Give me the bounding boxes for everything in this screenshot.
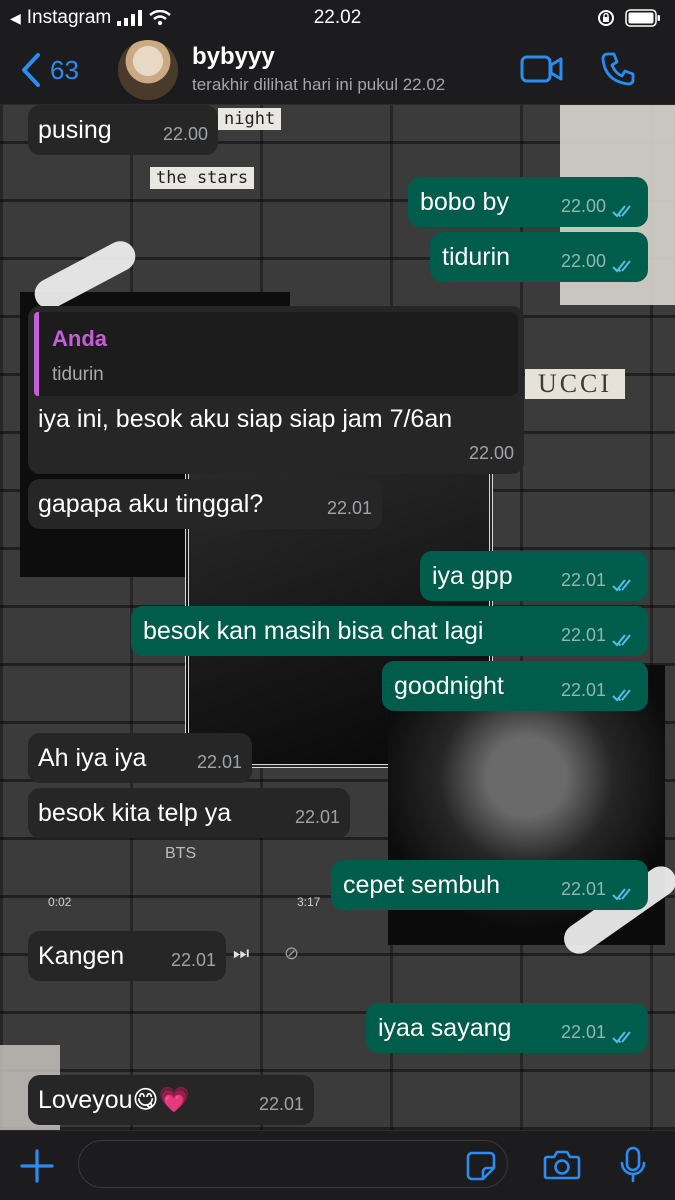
status-right bbox=[597, 9, 661, 27]
message-text: cepet sembuh bbox=[343, 871, 501, 899]
message-text: Loveyou😋💗 bbox=[38, 1086, 190, 1114]
message-bubble-out[interactable]: bobo by 22.00 bbox=[408, 177, 648, 227]
quoted-sender: Anda bbox=[52, 326, 107, 351]
last-seen-status: terakhir dilihat hari ini pukul 22.02 bbox=[192, 75, 446, 94]
read-receipt-icon bbox=[612, 689, 631, 702]
contact-name[interactable]: bybyyy bbox=[192, 43, 275, 71]
message-bubble-in[interactable]: gapapa aku tinggal? 22.01 bbox=[28, 479, 382, 529]
wallpaper-tag: the stars bbox=[150, 167, 255, 189]
message-time: 22.01 bbox=[560, 570, 606, 590]
contact-avatar[interactable] bbox=[118, 40, 178, 100]
message-time: 22.01 bbox=[560, 879, 606, 899]
message-time: 22.01 bbox=[560, 1022, 606, 1042]
back-button[interactable]: 63 bbox=[20, 52, 79, 88]
message-bubble-out[interactable]: iyaa sayang 22.01 bbox=[366, 1003, 648, 1053]
message-time: 22.01 bbox=[258, 1094, 304, 1114]
wallpaper-brand: UCCI bbox=[525, 369, 625, 399]
message-time: 22.01 bbox=[170, 950, 216, 970]
read-receipt-icon bbox=[612, 1031, 631, 1044]
read-receipt-icon bbox=[612, 205, 631, 218]
message-time: 22.01 bbox=[294, 807, 340, 827]
quoted-text: tidurin bbox=[52, 364, 104, 385]
message-bubble-in[interactable]: Ah iya iya 22.01 bbox=[28, 733, 252, 783]
block-icon: ⊘ bbox=[284, 943, 300, 963]
message-text: iya gpp bbox=[432, 562, 513, 590]
next-track-icon: ⏭ bbox=[233, 943, 250, 963]
message-input[interactable] bbox=[78, 1140, 508, 1188]
message-text: iya ini, besok aku siap siap jam 7/6an bbox=[38, 405, 453, 433]
message-bubble-out[interactable]: cepet sembuh 22.01 bbox=[331, 860, 648, 910]
message-time: 22.01 bbox=[196, 752, 242, 772]
battery-icon bbox=[625, 9, 660, 27]
message-text: pusing bbox=[38, 116, 112, 144]
video-call-button[interactable] bbox=[520, 54, 564, 84]
message-bubble-in[interactable]: Anda tidurin iya ini, besok aku siap sia… bbox=[28, 306, 524, 474]
message-text: goodnight bbox=[394, 672, 504, 700]
message-text: Ah iya iya bbox=[38, 744, 147, 772]
message-text: besok kita telp ya bbox=[38, 799, 232, 827]
message-time: 22.00 bbox=[560, 251, 606, 271]
attach-plus-button[interactable] bbox=[18, 1147, 56, 1185]
music-total: 3:17 bbox=[297, 895, 321, 909]
chat-screen: ◀ Instagram 22.02 63 bybyyy terakhir dil… bbox=[0, 0, 675, 1200]
music-elapsed: 0:02 bbox=[48, 895, 72, 909]
read-receipt-icon bbox=[612, 260, 631, 273]
message-time: 22.00 bbox=[468, 443, 514, 463]
quoted-reply[interactable]: Anda tidurin bbox=[34, 312, 518, 396]
message-time: 22.01 bbox=[326, 498, 372, 518]
message-bubble-out[interactable]: besok kan masih bisa chat lagi 22.01 bbox=[131, 606, 648, 656]
message-text: besok kan masih bisa chat lagi bbox=[143, 617, 484, 645]
wallpaper-tag: night bbox=[218, 108, 282, 130]
message-time: 22.00 bbox=[162, 124, 208, 144]
message-text: gapapa aku tinggal? bbox=[38, 490, 264, 518]
message-text: iyaa sayang bbox=[378, 1014, 512, 1042]
message-time: 22.01 bbox=[560, 625, 606, 645]
sticker-button[interactable] bbox=[466, 1151, 496, 1181]
status-time: 22.02 bbox=[313, 7, 362, 28]
chevron-left-icon bbox=[22, 53, 40, 87]
message-composer bbox=[0, 1130, 675, 1200]
message-bubble-out[interactable]: tidurin 22.00 bbox=[430, 232, 648, 282]
message-bubble-in[interactable]: besok kita telp ya 22.01 bbox=[28, 788, 350, 838]
chat-header: 63 bybyyy terakhir dilihat hari ini puku… bbox=[0, 34, 675, 105]
voice-call-button[interactable] bbox=[600, 51, 636, 87]
message-time: 22.00 bbox=[560, 196, 606, 216]
read-receipt-icon bbox=[612, 579, 631, 592]
unread-count: 63 bbox=[50, 54, 79, 85]
message-bubble-in[interactable]: pusing 22.00 bbox=[28, 105, 218, 155]
message-bubble-in[interactable]: Loveyou😋💗 22.01 bbox=[28, 1075, 314, 1125]
message-bubble-out[interactable]: goodnight 22.01 bbox=[382, 661, 648, 711]
message-text: bobo by bbox=[420, 188, 509, 216]
camera-button[interactable] bbox=[543, 1149, 581, 1181]
read-receipt-icon bbox=[612, 888, 631, 901]
message-time: 22.01 bbox=[560, 680, 606, 700]
music-artist: BTS bbox=[165, 845, 197, 862]
message-bubble-out[interactable]: iya gpp 22.01 bbox=[420, 551, 648, 601]
quote-bar bbox=[34, 312, 39, 396]
read-receipt-icon bbox=[612, 634, 631, 647]
message-text: tidurin bbox=[442, 243, 511, 271]
message-bubble-in[interactable]: Kangen 22.01 bbox=[28, 931, 226, 981]
microphone-button[interactable] bbox=[620, 1146, 646, 1184]
orientation-lock-icon bbox=[598, 10, 614, 26]
status-bar: ◀ Instagram 22.02 bbox=[0, 0, 675, 34]
message-text: Kangen bbox=[38, 942, 125, 970]
